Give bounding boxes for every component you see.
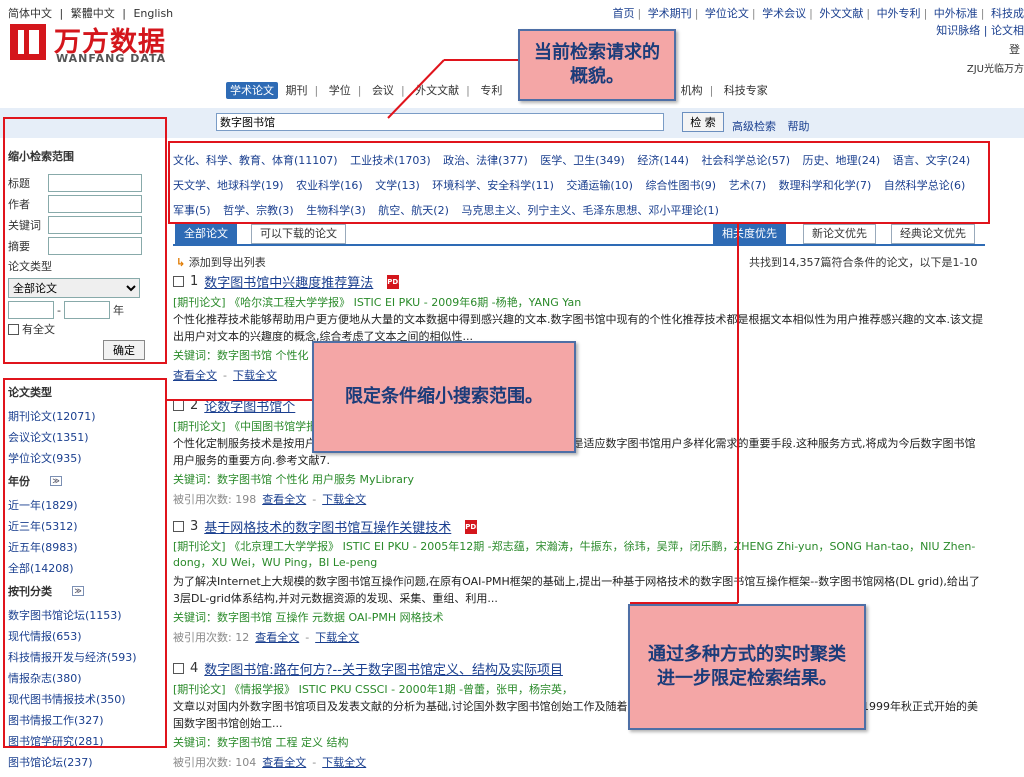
top-nav: 首页 | 学术期刊 | 学位论文 | 学术会议 | 外文文献 | 中外专利 | 中外标准 | … xyxy=(612,7,1024,20)
tab-institutions[interactable]: 机构 xyxy=(677,82,707,99)
sort-classic[interactable]: 经典论文优先 xyxy=(891,224,975,244)
result-keywords: 关键词：数字图书馆 个性化 xyxy=(173,349,309,362)
topnav-home[interactable]: 首页 xyxy=(612,7,634,20)
pdf-icon[interactable]: PDF xyxy=(465,519,481,534)
export-link[interactable]: ↳ 添加到导出列表 xyxy=(176,254,266,270)
topnav-achievements[interactable]: 科技成 xyxy=(991,7,1024,20)
cited-count: 被引用次数: 104 xyxy=(173,756,257,769)
result-checkbox[interactable] xyxy=(173,521,184,532)
lang-simplified[interactable]: 简体中文 xyxy=(8,7,52,20)
result-meta: [期刊论文] 《中国图书馆学报》 xyxy=(173,420,329,433)
result-item: 2 论数字图书馆个 [期刊论文] 《中国图书馆学报》 个性化定制服务技术是按用户需… xyxy=(173,396,985,507)
tab-conferences[interactable]: 会议 xyxy=(368,82,398,99)
result-number: 4 xyxy=(190,661,199,676)
result-abstract: 为了解决Internet上大规模的数字图书馆互操作问题,在原有OAI-PMH框架… xyxy=(173,575,980,605)
export-label: 添加到导出列表 xyxy=(188,256,266,269)
wanfang-logo[interactable]: 万方数据 WANFANG DATA xyxy=(10,22,190,66)
tab-foreign[interactable]: 外文文献 xyxy=(411,82,463,99)
view-fulltext-link[interactable]: 查看全文 xyxy=(262,756,306,769)
sort-relevance[interactable]: 相关度优先 xyxy=(713,224,786,244)
tab-experts[interactable]: 科技专家 xyxy=(720,82,772,99)
sub-nav[interactable]: 知识脉络 | 论文相 xyxy=(936,22,1024,38)
result-number: 2 xyxy=(190,398,199,413)
lang-traditional[interactable]: 繁體中文 xyxy=(71,7,115,20)
callout-narrow-search: 限定条件缩小搜索范围。 xyxy=(312,341,576,453)
topnav-journals[interactable]: 学术期刊 xyxy=(648,7,692,20)
result-keywords: 关键词：数字图书馆 工程 定义 结构 xyxy=(173,736,349,749)
highlight-clusters xyxy=(168,141,990,224)
cited-count: 被引用次数: 12 xyxy=(173,631,250,644)
search-button[interactable]: 检 索 xyxy=(682,112,724,132)
view-fulltext-link[interactable]: 查看全文 xyxy=(255,631,299,644)
topnav-standards[interactable]: 中外标准 xyxy=(934,7,978,20)
advanced-search-link[interactable]: 高级检索 xyxy=(732,120,776,133)
topnav-foreign[interactable]: 外文文献 xyxy=(819,7,863,20)
tab-degrees[interactable]: 学位 xyxy=(325,82,355,99)
callout-realtime-clustering: 通过多种方式的实时聚类进一步限定检索结果。 xyxy=(628,604,866,730)
logo-en: WANFANG DATA xyxy=(56,52,167,65)
facet-item[interactable]: 图书馆论坛(237) xyxy=(8,752,158,773)
result-abstract: 个性化推荐技术能够帮助用户更方便地从大量的文本数据中得到感兴趣的文本.数字图书馆… xyxy=(173,313,983,343)
result-count: 共找到14,357篇符合条件的论文，以下是1-10 xyxy=(749,256,978,269)
wanfang-logo-mark-icon xyxy=(10,24,46,60)
cited-count: 被引用次数: 198 xyxy=(173,493,257,506)
resource-tabs: 学术论文 期刊| 学位| 会议| 外文文献| 专利 法规| 机构| 科技专家 xyxy=(226,82,772,99)
lang-sep: | xyxy=(59,7,64,20)
result-meta: [期刊论文] 《哈尔滨工程大学学报》 ISTIC EI PKU - 2009年6… xyxy=(173,296,582,309)
result-item: 1 数字图书馆中兴趣度推荐算法 PDF [期刊论文] 《哈尔滨工程大学学报》 IST… xyxy=(173,272,983,382)
view-fulltext-link[interactable]: 查看全文 xyxy=(173,369,217,382)
result-abstract: 个性化定制服务技术是按用户需求提供的服务方式，是数字化信息资源的理想方法,是适应… xyxy=(173,437,976,467)
highlight-facets xyxy=(3,378,167,748)
download-fulltext-link[interactable]: 下载全文 xyxy=(233,369,277,382)
result-checkbox[interactable] xyxy=(173,276,184,287)
tab-downloadable[interactable]: 可以下载的论文 xyxy=(251,224,346,244)
lang-sep: | xyxy=(122,7,126,20)
org-welcome: ZJU光临万方 xyxy=(966,64,1024,75)
tab-academic-papers[interactable]: 学术论文 xyxy=(226,82,278,99)
highlight-narrow-search xyxy=(3,117,167,364)
download-fulltext-link[interactable]: 下载全文 xyxy=(322,756,366,769)
export-arrow-icon: ↳ xyxy=(176,256,186,269)
view-fulltext-link[interactable]: 查看全文 xyxy=(262,493,306,506)
language-switch: 简体中文 | 繁體中文 | English xyxy=(8,5,177,21)
result-number: 3 xyxy=(190,519,199,534)
result-title-link[interactable]: 论数字图书馆个 xyxy=(204,396,295,415)
tab-journals[interactable]: 期刊 xyxy=(282,82,312,99)
tab-patents[interactable]: 专利 xyxy=(476,82,506,99)
tab-all-papers[interactable]: 全部论文 xyxy=(175,224,237,244)
result-title-link[interactable]: 数字图书馆中兴趣度推荐算法 xyxy=(204,272,373,291)
result-meta: [期刊论文] 《北京理工大学学报》 ISTIC EI PKU - 2005年12… xyxy=(173,540,976,569)
help-link[interactable]: 帮助 xyxy=(788,120,810,133)
search-input[interactable] xyxy=(216,113,664,131)
topnav-theses[interactable]: 学位论文 xyxy=(705,7,749,20)
lang-english[interactable]: English xyxy=(133,7,173,20)
sort-newest[interactable]: 新论文优先 xyxy=(803,224,876,244)
result-number: 1 xyxy=(190,274,199,289)
download-fulltext-link[interactable]: 下载全文 xyxy=(315,631,359,644)
result-title-link[interactable]: 数字图书馆:路在何方?--关于数字图书馆定义、结构及实际项目 xyxy=(204,659,563,678)
topnav-patents[interactable]: 中外专利 xyxy=(877,7,921,20)
result-checkbox[interactable] xyxy=(173,663,184,674)
callout-search-overview: 当前检索请求的概貌。 xyxy=(518,29,676,101)
result-keywords: 关键词：数字图书馆 个性化 用户服务 MyLibrary xyxy=(173,473,414,486)
result-checkbox[interactable] xyxy=(173,400,184,411)
login-link[interactable]: 登 xyxy=(1009,41,1020,57)
download-fulltext-link[interactable]: 下载全文 xyxy=(322,493,366,506)
topnav-conferences[interactable]: 学术会议 xyxy=(762,7,806,20)
search-links: 高级检索 帮助 xyxy=(732,118,818,134)
result-tabs: 全部论文 可以下载的论文 相关度优先 新论文优先 经典论文优先 xyxy=(173,224,985,246)
result-title-link[interactable]: 基于网格技术的数字图书馆互操作关键技术 xyxy=(204,517,451,536)
pdf-icon[interactable]: PDF xyxy=(387,274,403,289)
